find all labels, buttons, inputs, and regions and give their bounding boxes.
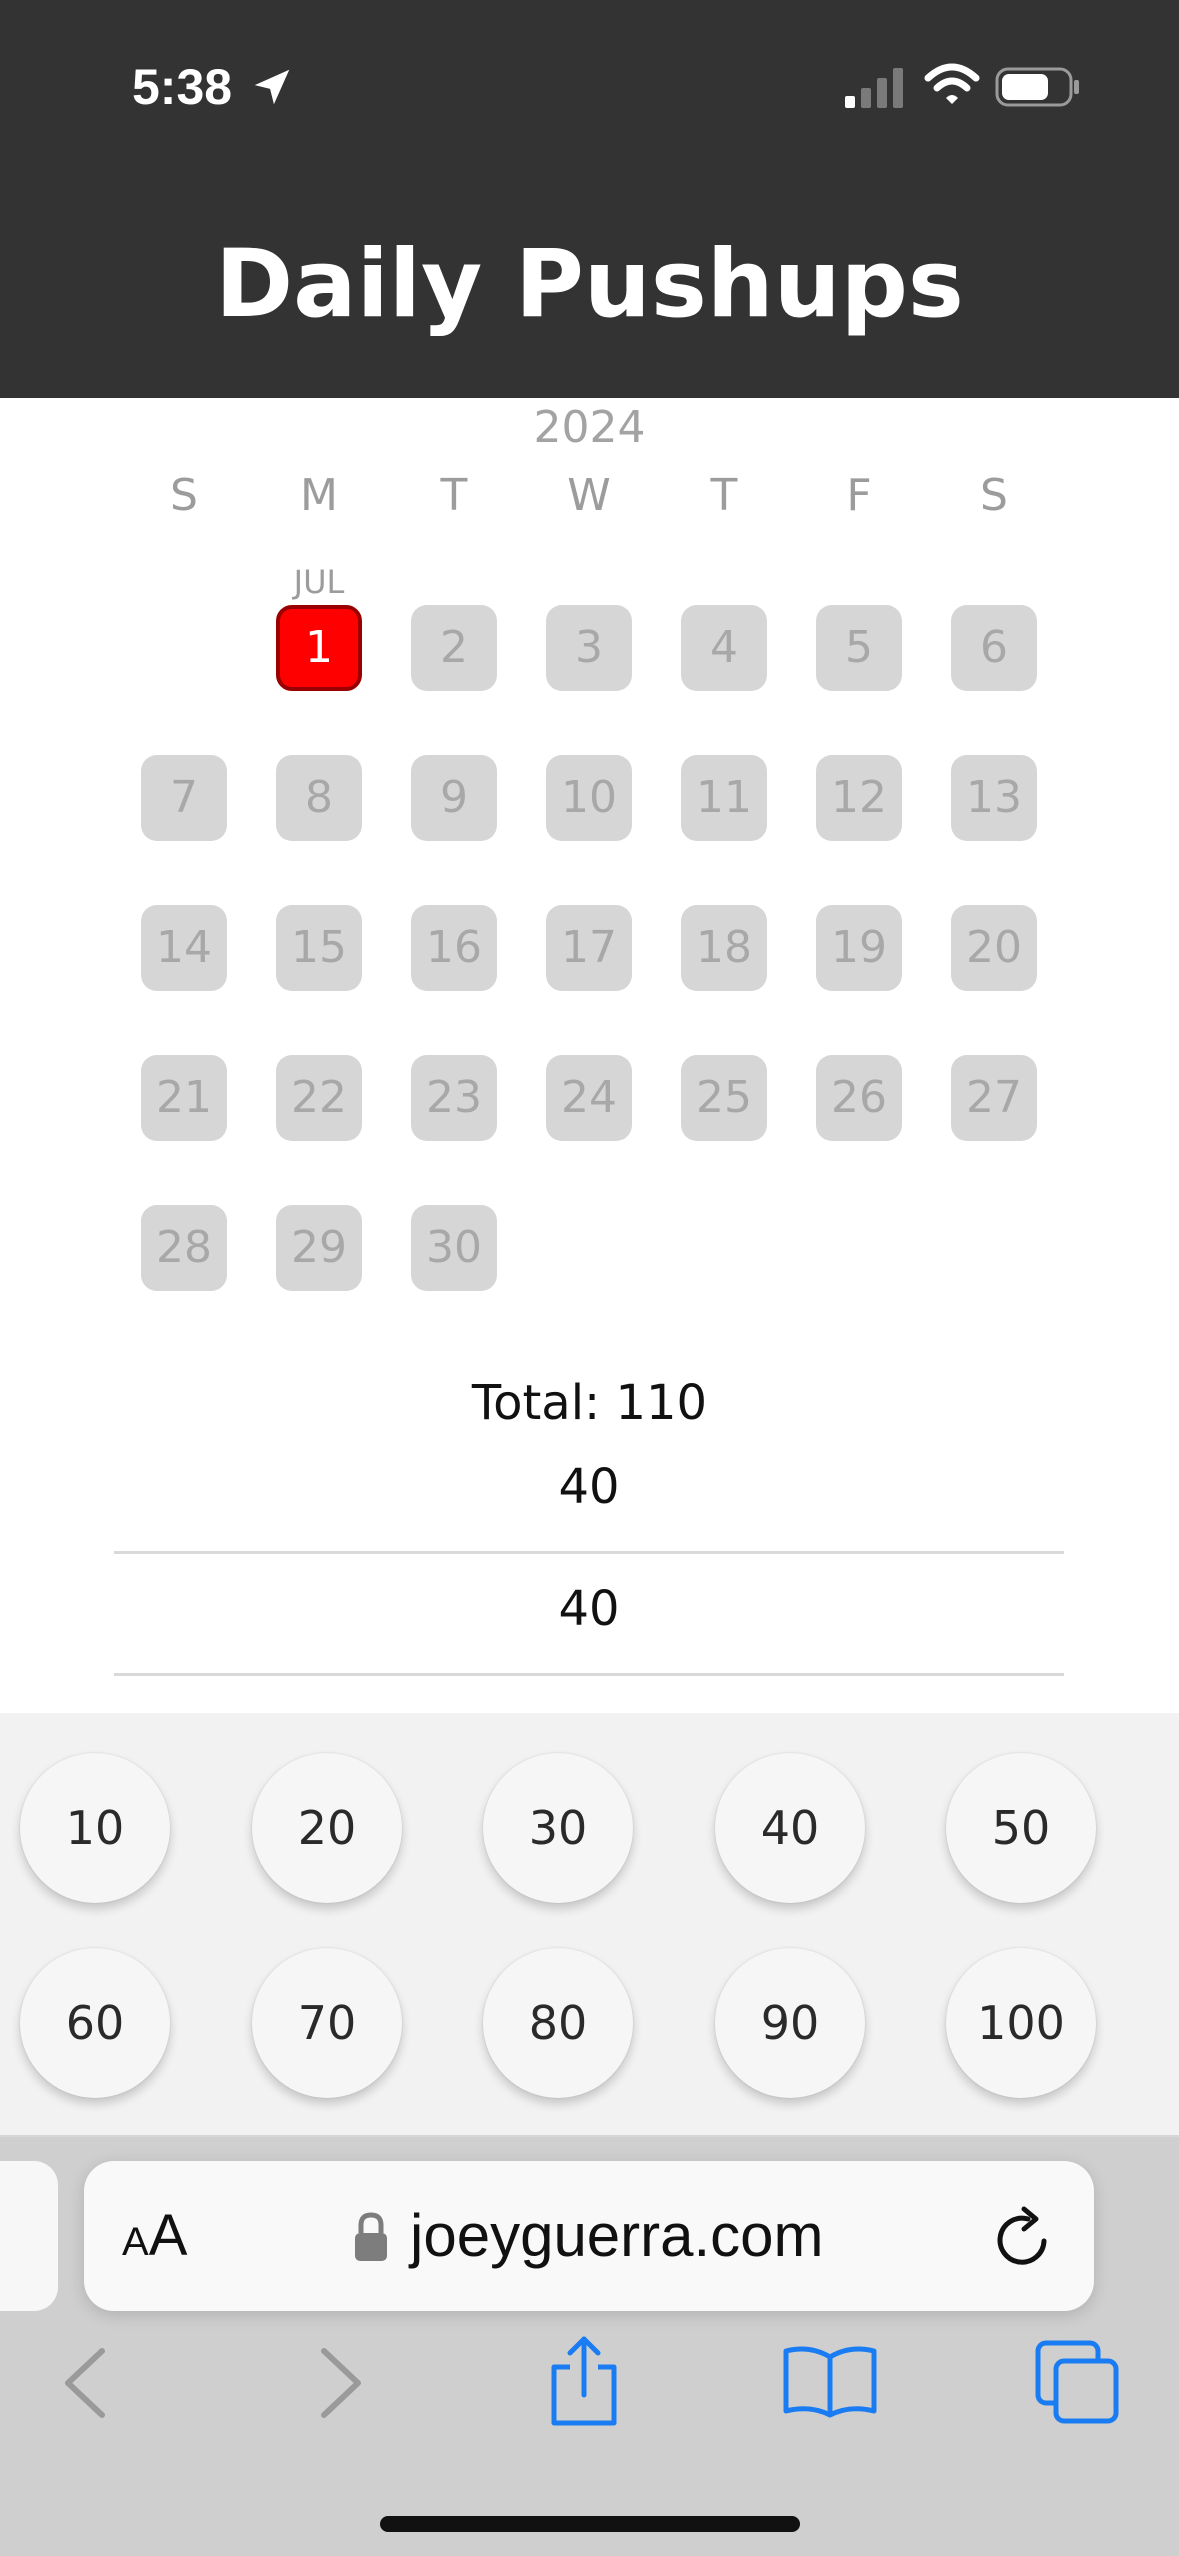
calendar-day[interactable]: 9 bbox=[411, 755, 497, 841]
calendar-day[interactable]: 20 bbox=[951, 905, 1037, 991]
share-icon[interactable] bbox=[546, 2333, 622, 2429]
calendar-day[interactable]: 11 bbox=[681, 755, 767, 841]
calendar-day[interactable]: 10 bbox=[546, 755, 632, 841]
calendar-day[interactable]: 24 bbox=[546, 1055, 632, 1141]
back-icon[interactable] bbox=[60, 2345, 110, 2421]
quick-add-button[interactable]: 30 bbox=[483, 1753, 633, 1903]
quick-add-button[interactable]: 100 bbox=[946, 1948, 1096, 2098]
cellular-signal-icon bbox=[845, 68, 903, 108]
aa-small-label: A bbox=[122, 2220, 149, 2264]
calendar-day[interactable]: 4 bbox=[681, 605, 767, 691]
forward-icon[interactable] bbox=[316, 2345, 366, 2421]
calendar-day[interactable]: 29 bbox=[276, 1205, 362, 1291]
month-label: JUL bbox=[293, 563, 345, 601]
calendar-day[interactable]: 5 bbox=[816, 605, 902, 691]
app-header: 5:38 Daily Pushups bbox=[0, 0, 1179, 398]
calendar-day[interactable]: 6 bbox=[951, 605, 1037, 691]
previous-tab-peek[interactable] bbox=[0, 2161, 58, 2311]
address-bar[interactable]: AA joeyguerra.com bbox=[84, 2161, 1094, 2311]
total-label: Total: 110 bbox=[471, 1375, 708, 1431]
quick-add-button[interactable]: 90 bbox=[715, 1948, 865, 2098]
calendar-day[interactable]: 16 bbox=[411, 905, 497, 991]
wifi-icon bbox=[924, 63, 980, 104]
weekday-label: M bbox=[300, 470, 338, 521]
pushup-entry[interactable]: 40 bbox=[114, 1434, 1064, 1554]
reload-icon[interactable] bbox=[992, 2203, 1056, 2271]
calendar-day[interactable]: 13 bbox=[951, 755, 1037, 841]
quick-add-button[interactable]: 10 bbox=[20, 1753, 170, 1903]
calendar-day[interactable]: 22 bbox=[276, 1055, 362, 1141]
weekday-label: T bbox=[710, 470, 738, 521]
calendar-day[interactable]: 14 bbox=[141, 905, 227, 991]
lock-icon bbox=[355, 2212, 387, 2261]
calendar-year: 2024 bbox=[533, 402, 646, 453]
url-text: joeyguerra.com bbox=[410, 2202, 824, 2269]
calendar-day[interactable]: 15 bbox=[276, 905, 362, 991]
calendar-day[interactable]: 27 bbox=[951, 1055, 1037, 1141]
calendar-day[interactable]: 7 bbox=[141, 755, 227, 841]
calendar-day[interactable]: 23 bbox=[411, 1055, 497, 1141]
tabs-icon[interactable] bbox=[1034, 2339, 1120, 2425]
pushup-entry[interactable]: 40 bbox=[114, 1556, 1064, 1676]
page-title: Daily Pushups bbox=[215, 230, 964, 339]
calendar-day[interactable]: 25 bbox=[681, 1055, 767, 1141]
quick-add-button[interactable]: 70 bbox=[252, 1948, 402, 2098]
weekday-label: S bbox=[980, 470, 1008, 521]
calendar-day[interactable]: 12 bbox=[816, 755, 902, 841]
calendar-day[interactable]: 3 bbox=[546, 605, 632, 691]
bookmarks-icon[interactable] bbox=[782, 2343, 878, 2419]
home-indicator bbox=[380, 2516, 800, 2532]
text-size-button[interactable]: AA bbox=[122, 2201, 187, 2286]
browser-toolbar: AA joeyguerra.com bbox=[0, 2137, 1179, 2556]
quick-add-button[interactable]: 50 bbox=[946, 1753, 1096, 1903]
calendar-day[interactable]: 17 bbox=[546, 905, 632, 991]
status-time: 5:38 bbox=[132, 59, 233, 115]
aa-big-label: A bbox=[148, 2203, 188, 2268]
battery-icon bbox=[995, 67, 1079, 107]
calendar-day[interactable]: 30 bbox=[411, 1205, 497, 1291]
calendar-day[interactable]: 28 bbox=[141, 1205, 227, 1291]
weekday-label: F bbox=[846, 470, 872, 521]
calendar-day[interactable]: 21 bbox=[141, 1055, 227, 1141]
weekday-label: W bbox=[567, 470, 611, 521]
location-arrow-icon bbox=[254, 69, 290, 105]
calendar-day-selected[interactable]: 1 bbox=[276, 605, 362, 691]
quick-add-button[interactable]: 60 bbox=[20, 1948, 170, 2098]
quick-add-button[interactable]: 20 bbox=[252, 1753, 402, 1903]
status-bar: 5:38 bbox=[0, 0, 1179, 175]
quick-add-button[interactable]: 80 bbox=[483, 1948, 633, 2098]
weekday-label: S bbox=[170, 470, 198, 521]
weekday-label: T bbox=[440, 470, 468, 521]
quick-add-keypad: 10 20 30 40 50 60 70 80 90 100 bbox=[0, 1713, 1179, 2137]
quick-add-button[interactable]: 40 bbox=[715, 1753, 865, 1903]
calendar-day[interactable]: 26 bbox=[816, 1055, 902, 1141]
calendar-day[interactable]: 8 bbox=[276, 755, 362, 841]
calendar-day[interactable]: 19 bbox=[816, 905, 902, 991]
calendar-day[interactable]: 2 bbox=[411, 605, 497, 691]
calendar-day[interactable]: 18 bbox=[681, 905, 767, 991]
